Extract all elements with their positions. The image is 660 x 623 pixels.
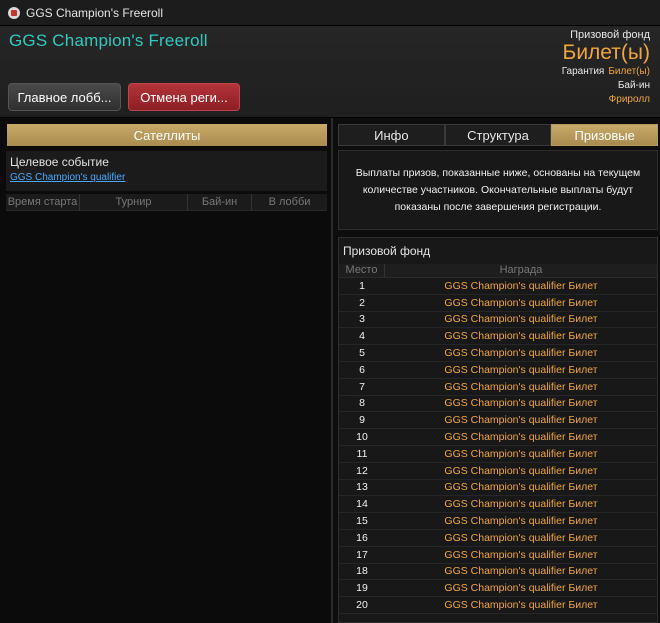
place-cell: 11 [356,447,368,460]
place-cell: 3 [359,313,365,326]
table-row: 17 GGS Champion's qualifier Билет [339,547,657,564]
table-row: 11 GGS Champion's qualifier Билет [339,446,657,463]
table-row: 6 GGS Champion's qualifier Билет [339,362,657,379]
column-tournament[interactable]: Турнир [80,194,188,210]
table-row: 7 GGS Champion's qualifier Билет [339,379,657,396]
place-cell: 16 [356,531,368,544]
reward-cell: GGS Champion's qualifier Билет [444,599,598,612]
place-cell: 7 [359,380,365,393]
reward-cell: GGS Champion's qualifier Билет [444,582,598,595]
table-row: 5 GGS Champion's qualifier Билет [339,345,657,362]
place-cell: 1 [359,279,365,292]
cancel-registration-button[interactable]: Отмена реги... [128,83,240,111]
column-in-lobby[interactable]: В лобби [252,194,327,210]
reward-cell: GGS Champion's qualifier Билет [444,515,598,528]
reward-cell: GGS Champion's qualifier Билет [444,531,598,544]
target-event-label: Целевое событие [10,155,109,169]
place-cell: 15 [356,515,368,528]
reward-cell: GGS Champion's qualifier Билет [444,397,598,410]
table-row: 2 GGS Champion's qualifier Билет [339,295,657,312]
satellites-table-header: Время старта Турнир Бай-ин В лобби [6,194,327,211]
table-row: 13 GGS Champion's qualifier Билет [339,480,657,497]
table-row: 9 GGS Champion's qualifier Билет [339,412,657,430]
buyin-value: Фриролл [608,94,650,105]
reward-cell: GGS Champion's qualifier Билет [444,279,598,292]
reward-cell: GGS Champion's qualifier Билет [444,380,598,393]
reward-cell: GGS Champion's qualifier Билет [444,498,598,511]
reward-cell: GGS Champion's qualifier Билет [444,447,598,460]
place-cell: 17 [356,548,368,561]
reward-cell: GGS Champion's qualifier Билет [444,431,598,444]
table-row: 10 GGS Champion's qualifier Билет [339,429,657,446]
column-reward: Награда [499,264,543,276]
guarantee-row: Гарантия Билет(ы) [562,66,650,77]
table-row: 18 GGS Champion's qualifier Билет [339,564,657,581]
prize-pool-title: Призовой фонд [343,244,431,258]
reward-cell: GGS Champion's qualifier Билет [444,481,598,494]
table-row: 15 GGS Champion's qualifier Билет [339,513,657,530]
table-row: 3 GGS Champion's qualifier Билет [339,312,657,329]
target-event-box: Целевое событие GGS Champion's qualifier [6,151,327,191]
tournament-header: GGS Champion's Freeroll Главное лобб... … [0,26,660,118]
tab-info[interactable]: Инфо [338,124,445,146]
reward-cell: GGS Champion's qualifier Билет [444,363,598,376]
table-row: 4 GGS Champion's qualifier Билет [339,328,657,346]
tournament-name: GGS Champion's Freeroll [9,31,208,50]
prize-fund-value: Билет(ы) [562,41,650,64]
place-cell: 10 [356,431,368,444]
tab-structure[interactable]: Структура [444,124,552,146]
place-cell: 19 [356,582,368,595]
app-logo-icon [8,6,20,19]
place-cell: 13 [356,481,368,494]
prize-table-header: Место Награда [339,264,657,278]
reward-cell: GGS Champion's qualifier Билет [444,296,598,309]
table-row: 8 GGS Champion's qualifier Билет [339,396,657,413]
place-cell: 2 [359,296,365,309]
prize-info: Призовой фонд Билет(ы) Гарантия Билет(ы) … [562,29,650,105]
satellites-panel: Сателлиты Целевое событие GGS Champion's… [0,118,333,623]
table-row: 19 GGS Champion's qualifier Билет [339,580,657,598]
detail-tabs: Инфо Структура Призовые [338,124,659,146]
prize-pool-panel: Призовой фонд Место Награда 1 GGS Champio… [338,237,658,623]
reward-cell: GGS Champion's qualifier Билет [444,464,598,477]
reward-cell: GGS Champion's qualifier Билет [444,313,598,326]
title-bar: GGS Champion's Freeroll [0,0,660,26]
guarantee-value: Билет(ы) [608,66,650,77]
reward-cell: GGS Champion's qualifier Билет [444,565,598,578]
table-row: 20 GGS Champion's qualifier Билет [339,597,657,614]
place-cell: 4 [359,330,365,343]
prize-fund-label: Призовой фонд [570,29,650,41]
column-start-time[interactable]: Время старта [6,194,80,210]
target-event-link[interactable]: GGS Champion's qualifier [10,172,323,183]
guarantee-label: Гарантия [561,66,605,77]
reward-cell: GGS Champion's qualifier Билет [444,548,598,561]
table-row: 16 GGS Champion's qualifier Билет [339,530,657,547]
satellites-header: Сателлиты [7,124,327,146]
place-cell: 9 [359,414,365,427]
column-place: Место [339,264,385,277]
place-cell: 6 [359,363,365,376]
reward-cell: GGS Champion's qualifier Билет [444,347,598,360]
place-cell: 5 [359,347,365,360]
table-row: 12 GGS Champion's qualifier Билет [339,463,657,480]
payout-notice: Выплаты призов, показанные ниже, основан… [338,150,658,230]
reward-cell: GGS Champion's qualifier Билет [444,330,598,343]
place-cell: 8 [359,397,365,410]
place-cell: 18 [356,565,368,578]
table-row: 14 GGS Champion's qualifier Билет [339,496,657,514]
tab-prizes[interactable]: Призовые [551,124,659,146]
main-lobby-button[interactable]: Главное лобб... [8,83,121,111]
place-cell: 14 [356,498,368,511]
place-cell: 12 [356,464,368,477]
place-cell: 20 [356,599,368,612]
window-title: GGS Champion's Freeroll [26,5,164,20]
table-row: 1 GGS Champion's qualifier Билет [339,278,657,295]
column-buyin[interactable]: Бай-ин [188,194,252,210]
reward-cell: GGS Champion's qualifier Билет [444,414,598,427]
buyin-label: Бай-ин [617,80,650,91]
prize-table-body: 1 GGS Champion's qualifier Билет 2 GGS Cham… [339,278,657,614]
